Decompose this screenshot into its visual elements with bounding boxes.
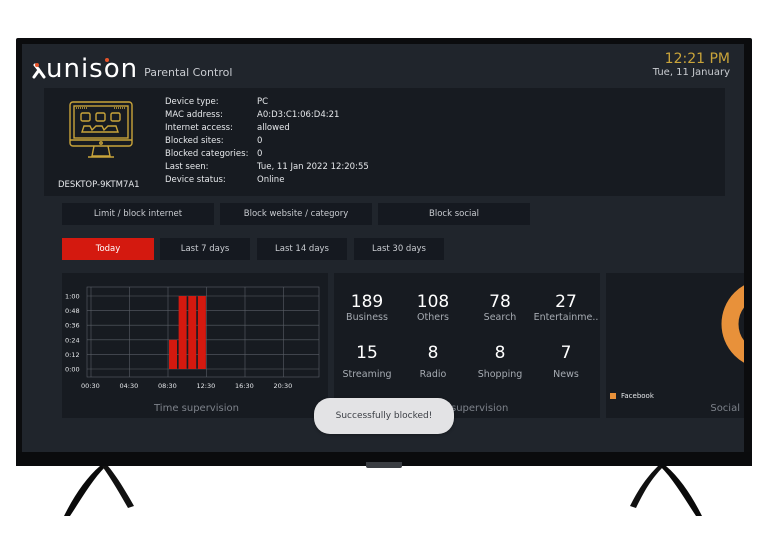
legend-swatch [610, 393, 616, 399]
field-value: 0 [257, 149, 263, 159]
stat-value: 108 [416, 292, 450, 312]
stat-search: 78 Search [467, 292, 533, 324]
device-info-row: MAC address: A0:D3:C1:06:D4:21 [165, 109, 369, 122]
block-website-category-button[interactable]: Block website / category [220, 203, 372, 225]
stat-value: 189 [350, 292, 384, 312]
legend-facebook: Facebook [610, 392, 654, 400]
field-label: Blocked categories: [165, 149, 249, 159]
stat-shopping: 8 Shopping [467, 343, 533, 381]
time-supervision-title: Time supervision [154, 403, 239, 414]
device-info-row: Device status: Online [165, 174, 369, 187]
stat-label: News [553, 369, 579, 380]
y-tick-label: 0:48 [65, 307, 80, 315]
tab-today[interactable]: Today [62, 238, 154, 260]
stat-label: Shopping [477, 369, 523, 380]
stat-others: 108 Others [400, 292, 466, 324]
brand-wordmark: unison [32, 56, 138, 82]
time-supervision-panel: 0:00 0:12 0:24 0:36 0:48 1:00 00:30 04:30 08:30 1… [62, 273, 328, 418]
device-info: Device type: PC MAC address: A0:D3:C1:06:D… [165, 96, 369, 187]
field-label: Internet access: [165, 123, 233, 133]
y-tick-label: 1:00 [65, 293, 80, 301]
stat-value: 8 [427, 343, 439, 363]
x-tick-label: 20:30 [274, 382, 293, 390]
stat-value: 27 [555, 292, 577, 312]
time-bar [178, 296, 187, 369]
x-tick-label: 12:30 [197, 382, 216, 390]
stat-value: 78 [489, 292, 511, 312]
x-tick-label: 04:30 [120, 382, 139, 390]
time-bar [188, 296, 197, 369]
toast-notification: Successfully blocked! [314, 398, 454, 434]
web-supervision-panel: 189 Business 108 Others 78 Search 27 Enterta… [334, 273, 600, 418]
field-label: Device status: [165, 175, 226, 185]
x-tick-label: 00:30 [81, 382, 100, 390]
field-label: Device type: [165, 97, 219, 107]
stat-news: 7 News [533, 343, 599, 381]
stat-business: 189 Business [334, 292, 400, 324]
app-logo: unison Parental Control [32, 54, 232, 82]
block-social-button[interactable]: Block social [378, 203, 530, 225]
time-bar [197, 296, 206, 369]
field-label: MAC address: [165, 110, 223, 120]
x-tick-label: 16:30 [235, 382, 254, 390]
desktop-computer-icon [69, 101, 133, 158]
device-info-row: Blocked sites: 0 [165, 135, 369, 148]
stat-radio: 8 Radio [400, 343, 466, 381]
tv-logo-tab [366, 462, 402, 468]
stat-label: Entertainme.. [533, 312, 599, 323]
device-info-row: Device type: PC [165, 96, 369, 109]
field-value: A0:D3:C1:06:D4:21 [257, 110, 340, 120]
app-subtitle: Parental Control [144, 66, 233, 79]
tv-stand-right [630, 466, 702, 516]
tab-last-7-days[interactable]: Last 7 days [160, 238, 250, 260]
y-tick-label: 0:00 [65, 366, 80, 374]
device-info-row: Internet access: allowed [165, 122, 369, 135]
device-name: DESKTOP-9KTM7A1 [58, 180, 140, 190]
time-bar [169, 339, 177, 369]
social-title: Social [710, 403, 740, 414]
donut-slice-facebook [721, 285, 744, 363]
time-bar-chart: 0:00 0:12 0:24 0:36 0:48 1:00 00:30 04:30 08:30 1… [65, 286, 320, 390]
stat-value: 7 [560, 343, 572, 363]
device-info-row: Blocked categories: 0 [165, 148, 369, 161]
field-label: Last seen: [165, 162, 209, 172]
stat-label: Search [483, 312, 517, 323]
x-tick-label: 08:30 [158, 382, 177, 390]
stat-streaming: 15 Streaming [334, 343, 400, 381]
social-panel: Facebook Social [606, 273, 744, 418]
field-value: PC [257, 97, 269, 107]
clock: 12:21 PM Tue, 11 January [653, 51, 730, 79]
device-card: DESKTOP-9KTM7A1 Device type: PC MAC addre… [44, 88, 725, 196]
brand-dot-icon [105, 58, 109, 62]
tv-screen: unison Parental Control 12:21 PM Tue, 11… [22, 44, 744, 454]
field-value: allowed [257, 123, 290, 133]
brand-dot-icon [35, 63, 39, 67]
stat-label: Radio [419, 369, 447, 380]
stat-label: Streaming [342, 369, 392, 380]
y-tick-label: 0:12 [65, 351, 80, 359]
stat-label: Business [346, 312, 388, 323]
legend-label: Facebook [621, 392, 654, 400]
field-value: Online [257, 175, 285, 185]
clock-time: 12:21 PM [664, 51, 730, 67]
stat-label: Others [417, 312, 449, 323]
stat-value: 15 [356, 343, 378, 363]
limit-block-internet-button[interactable]: Limit / block internet [62, 203, 214, 225]
y-tick-label: 0:24 [65, 336, 80, 344]
tab-last-30-days[interactable]: Last 30 days [354, 238, 444, 260]
clock-date: Tue, 11 January [652, 67, 730, 78]
field-label: Blocked sites: [165, 136, 224, 146]
tv-stand-left [64, 466, 134, 516]
field-value: Tue, 11 Jan 2022 12:20:55 [257, 162, 369, 172]
brand-x-glyph [32, 56, 46, 82]
field-value: 0 [257, 136, 263, 146]
device-info-row: Last seen: Tue, 11 Jan 2022 12:20:55 [165, 161, 369, 174]
stat-entertainment: 27 Entertainme.. [533, 292, 599, 324]
tab-last-14-days[interactable]: Last 14 days [257, 238, 347, 260]
y-tick-label: 0:36 [65, 322, 80, 330]
stat-value: 8 [494, 343, 506, 363]
